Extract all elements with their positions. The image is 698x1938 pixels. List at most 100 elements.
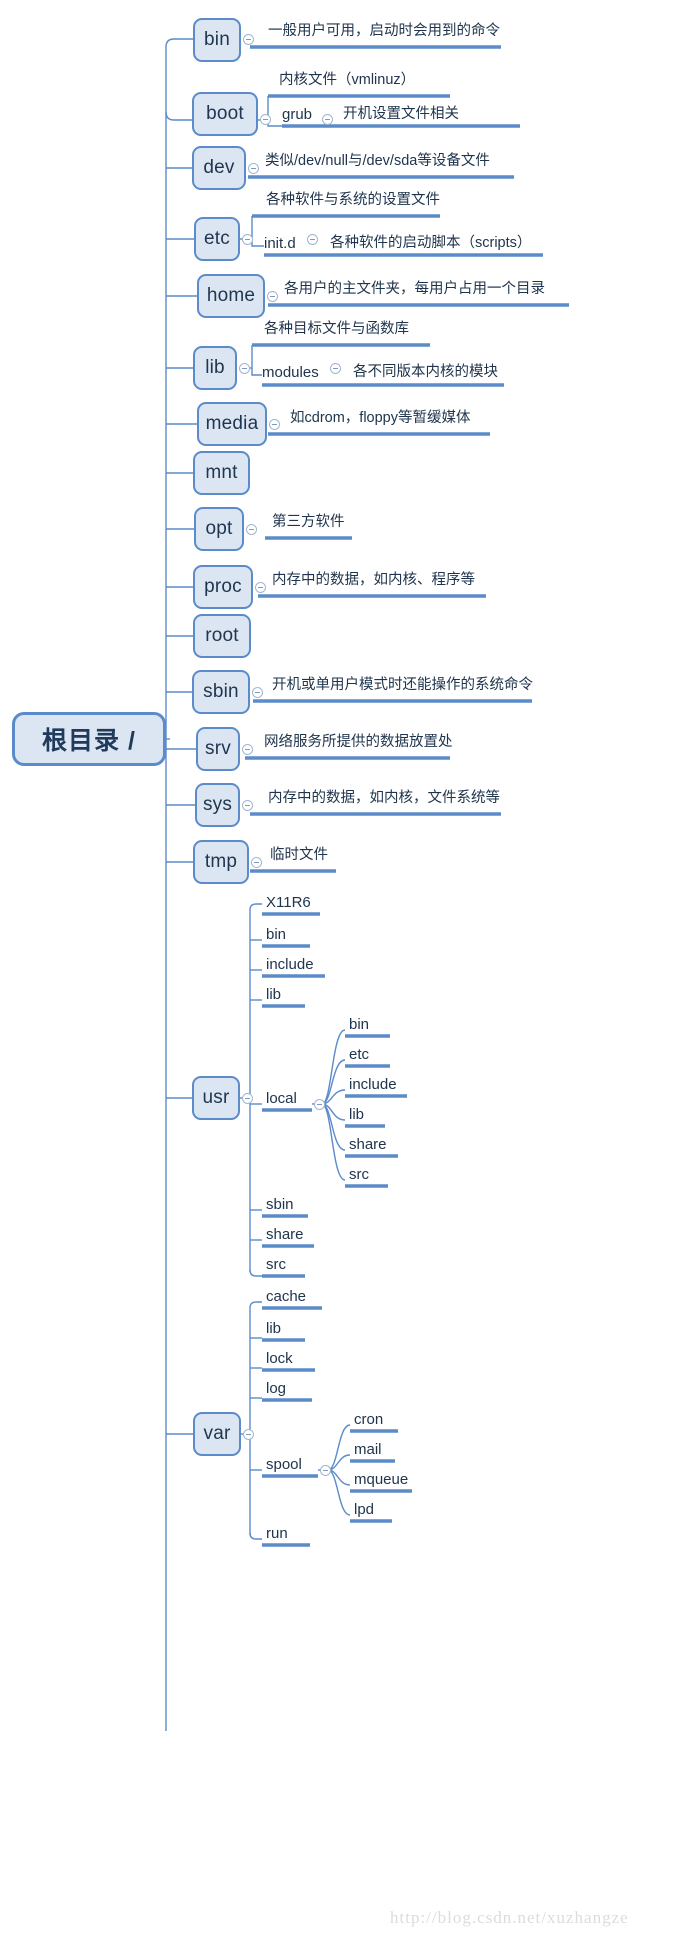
node-dev[interactable]: dev (192, 146, 246, 190)
subnode-var-spool-mqueue[interactable]: mqueue (354, 1472, 408, 1487)
subnode-usr-include[interactable]: include (266, 957, 314, 972)
node-usr[interactable]: usr (192, 1076, 240, 1120)
note-lib: 各种目标文件与函数库 (264, 321, 409, 337)
node-lib-label: lib (205, 357, 225, 378)
note-media: 如cdrom，floppy等暂缓媒体 (290, 410, 471, 426)
watermark: http://blog.csdn.net/xuzhangze (390, 1908, 629, 1927)
collapse-toggle-usr-local-icon[interactable] (314, 1099, 325, 1110)
subnode-var-spool-lpd[interactable]: lpd (354, 1502, 374, 1517)
root-node[interactable]: 根目录 / (12, 712, 166, 766)
note-dev: 类似/dev/null与/dev/sda等设备文件 (265, 153, 490, 169)
node-bin-label: bin (204, 29, 230, 50)
subnode-usr-lib[interactable]: lib (266, 987, 281, 1002)
subnode-usr-local-src[interactable]: src (349, 1167, 369, 1182)
subnode-var-spool-mail[interactable]: mail (354, 1442, 382, 1457)
collapse-toggle-media-icon[interactable] (269, 419, 280, 430)
note-home: 各用户的主文件夹，每用户占用一个目录 (284, 281, 545, 297)
subnode-usr-src[interactable]: src (266, 1257, 286, 1272)
collapse-toggle-initd-icon[interactable] (307, 234, 318, 245)
node-media[interactable]: media (197, 402, 267, 446)
node-root-label: root (205, 625, 239, 646)
node-mnt[interactable]: mnt (193, 451, 250, 495)
note-proc: 内存中的数据，如内核、程序等 (272, 572, 475, 588)
subnode-usr-local-lib[interactable]: lib (349, 1107, 364, 1122)
collapse-toggle-sys-icon[interactable] (242, 800, 253, 811)
subnode-usr-bin[interactable]: bin (266, 927, 286, 942)
subnode-usr-local[interactable]: local (266, 1091, 297, 1106)
subnode-usr-local-bin[interactable]: bin (349, 1017, 369, 1032)
node-boot-label: boot (206, 103, 244, 124)
note-etc-initd: 各种软件的启动脚本（scripts） (330, 235, 532, 251)
subnode-usr-share[interactable]: share (266, 1227, 304, 1242)
subnode-boot-grub[interactable]: grub (282, 107, 312, 122)
subnode-var-log[interactable]: log (266, 1381, 286, 1396)
collapse-toggle-boot-icon[interactable] (260, 114, 271, 125)
subnode-etc-initd[interactable]: init.d (264, 236, 296, 251)
subnode-usr-local-share[interactable]: share (349, 1137, 387, 1152)
subnode-lib-modules[interactable]: modules (262, 365, 319, 380)
note-boot-grub: 开机设置文件相关 (343, 106, 459, 122)
node-media-label: media (205, 413, 259, 434)
node-opt[interactable]: opt (194, 507, 244, 551)
node-sbin-label: sbin (203, 681, 239, 702)
mindmap-canvas: 根目录 / bin boot dev etc home lib media mn… (0, 0, 698, 1938)
node-tmp-label: tmp (204, 851, 238, 872)
collapse-toggle-etc-icon[interactable] (242, 234, 253, 245)
note-etc: 各种软件与系统的设置文件 (266, 192, 440, 208)
node-home-label: home (206, 285, 256, 306)
node-tmp[interactable]: tmp (193, 840, 249, 884)
node-sbin[interactable]: sbin (192, 670, 250, 714)
collapse-toggle-bin-icon[interactable] (243, 34, 254, 45)
subnode-usr-sbin[interactable]: sbin (266, 1197, 294, 1212)
collapse-toggle-modules-icon[interactable] (330, 363, 341, 374)
subnode-var-spool[interactable]: spool (266, 1457, 302, 1472)
collapse-toggle-usr-icon[interactable] (242, 1093, 253, 1104)
node-dev-label: dev (203, 157, 235, 178)
node-srv-label: srv (205, 738, 231, 759)
subnode-usr-local-etc[interactable]: etc (349, 1047, 369, 1062)
node-etc[interactable]: etc (194, 217, 240, 261)
collapse-toggle-srv-icon[interactable] (242, 744, 253, 755)
node-proc[interactable]: proc (193, 565, 253, 609)
collapse-toggle-sbin-icon[interactable] (252, 687, 263, 698)
collapse-toggle-var-icon[interactable] (243, 1429, 254, 1440)
collapse-toggle-grub-icon[interactable] (322, 114, 333, 125)
subnode-usr-local-include[interactable]: include (349, 1077, 397, 1092)
subnode-var-lib[interactable]: lib (266, 1321, 281, 1336)
subnode-var-lock[interactable]: lock (266, 1351, 293, 1366)
note-opt: 第三方软件 (272, 514, 345, 530)
note-tmp: 临时文件 (270, 847, 328, 863)
node-mnt-label: mnt (205, 462, 238, 483)
note-boot: 内核文件（vmlinuz） (279, 72, 416, 88)
node-etc-label: etc (204, 228, 230, 249)
note-lib-modules: 各不同版本内核的模块 (353, 364, 498, 380)
node-var[interactable]: var (193, 1412, 241, 1456)
collapse-toggle-opt-icon[interactable] (246, 524, 257, 535)
subnode-var-spool-cron[interactable]: cron (354, 1412, 383, 1427)
node-usr-label: usr (202, 1087, 230, 1108)
node-sys[interactable]: sys (195, 783, 240, 827)
node-boot[interactable]: boot (192, 92, 258, 136)
node-sys-label: sys (202, 794, 233, 815)
note-srv: 网络服务所提供的数据放置处 (264, 734, 453, 750)
collapse-toggle-var-spool-icon[interactable] (320, 1465, 331, 1476)
node-lib[interactable]: lib (193, 346, 237, 390)
node-proc-label: proc (204, 576, 242, 597)
note-sys: 内存中的数据，如内核，文件系统等 (268, 790, 500, 806)
node-opt-label: opt (205, 518, 233, 539)
subnode-var-run[interactable]: run (266, 1526, 288, 1541)
note-bin: 一般用户可用，启动时会用到的命令 (268, 23, 500, 39)
subnode-usr-x11r6[interactable]: X11R6 (266, 895, 311, 910)
node-home[interactable]: home (197, 274, 265, 318)
node-var-label: var (203, 1423, 231, 1444)
root-node-label: 根目录 / (42, 727, 136, 755)
collapse-toggle-proc-icon[interactable] (255, 582, 266, 593)
collapse-toggle-home-icon[interactable] (267, 291, 278, 302)
collapse-toggle-tmp-icon[interactable] (251, 857, 262, 868)
subnode-var-cache[interactable]: cache (266, 1289, 306, 1304)
collapse-toggle-lib-icon[interactable] (239, 363, 250, 374)
node-bin[interactable]: bin (193, 18, 241, 62)
node-root[interactable]: root (193, 614, 251, 658)
collapse-toggle-dev-icon[interactable] (248, 163, 259, 174)
node-srv[interactable]: srv (196, 727, 240, 771)
